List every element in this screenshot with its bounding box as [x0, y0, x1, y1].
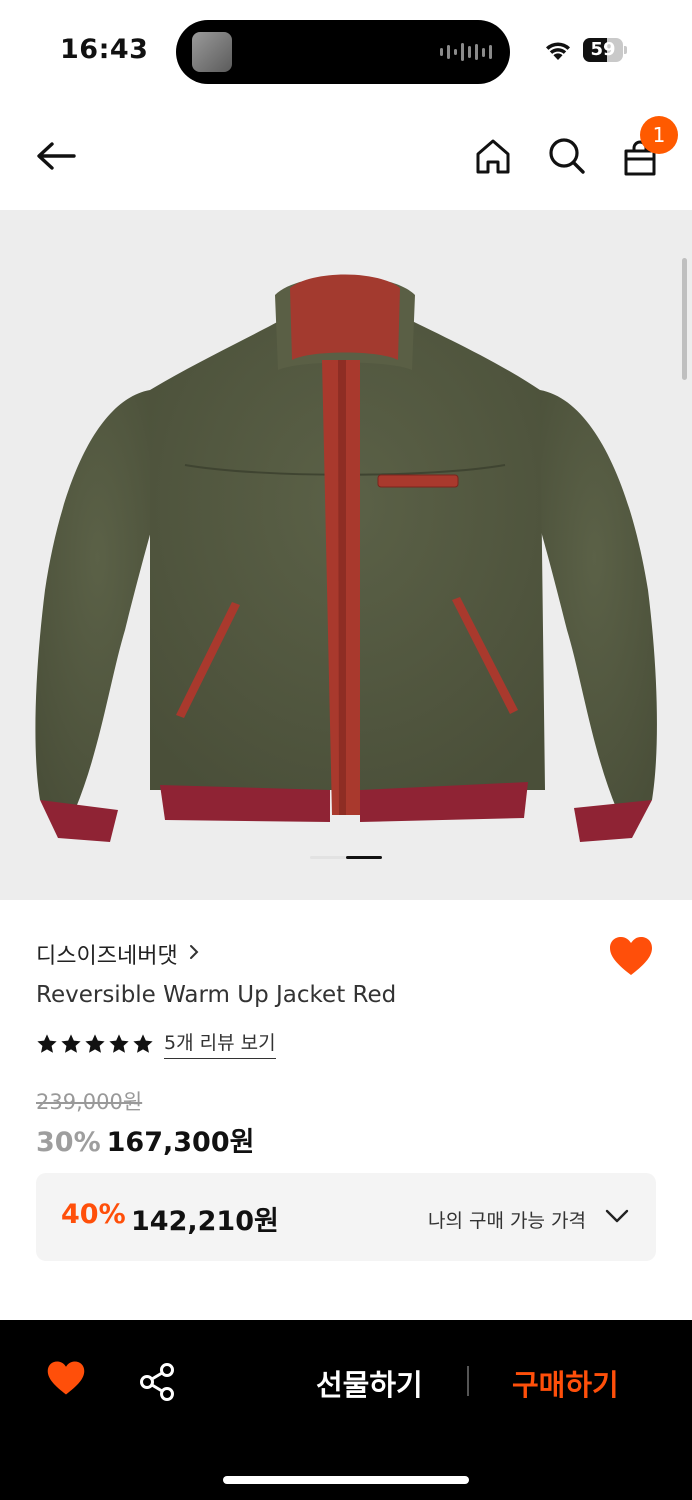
gallery-page-dot: [346, 856, 382, 859]
my-price-dropdown[interactable]: 40% 142,210원 나의 구매 가능 가격: [36, 1173, 656, 1261]
brand-name: 디스이즈네버댓: [36, 944, 178, 969]
home-button[interactable]: [467, 130, 519, 182]
star-icon: [37, 1033, 57, 1053]
search-icon: [549, 138, 585, 174]
star-icon: [85, 1033, 105, 1053]
brand-link[interactable]: 디스이즈네버댓: [36, 938, 200, 970]
wifi-icon: [546, 42, 570, 60]
bottom-like-button[interactable]: [46, 1360, 88, 1400]
dynamic-island[interactable]: [176, 20, 510, 84]
product-image-gallery[interactable]: [0, 210, 692, 900]
status-time: 16:43: [60, 34, 149, 65]
audio-waveform-icon: [440, 42, 492, 62]
heart-icon: [47, 1361, 85, 1395]
sale-price: 167,300원: [106, 1127, 255, 1158]
divider: [467, 1366, 469, 1396]
star-icon: [109, 1033, 129, 1053]
buy-button[interactable]: 구매하기: [512, 1362, 619, 1404]
now-playing-thumbnail: [192, 32, 232, 72]
my-price: 142,210원: [131, 1206, 279, 1237]
gallery-scrollbar[interactable]: [682, 258, 687, 380]
price-row: 30% 167,300원: [36, 1120, 254, 1159]
like-button[interactable]: [608, 936, 656, 980]
bottom-action-bar: 선물하기 구매하기: [0, 1320, 692, 1500]
star-rating: [36, 1033, 154, 1055]
home-icon: [476, 139, 510, 174]
home-indicator[interactable]: [223, 1476, 469, 1484]
review-link[interactable]: 5개 리뷰 보기: [164, 1028, 276, 1059]
back-button[interactable]: [30, 130, 82, 182]
heart-icon: [610, 937, 652, 975]
gift-button[interactable]: 선물하기: [316, 1362, 423, 1404]
search-button[interactable]: [541, 130, 593, 182]
star-icon: [133, 1033, 153, 1053]
discount-rate: 30%: [36, 1127, 101, 1158]
original-price: 239,000원: [36, 1090, 143, 1114]
battery-icon: 59: [583, 38, 627, 62]
share-icon: [140, 1363, 174, 1401]
my-discount-rate: 40%: [61, 1199, 126, 1230]
status-bar: 16:43 59: [0, 0, 692, 100]
product-image: [35, 274, 657, 842]
chevron-right-icon: [188, 944, 200, 964]
gallery-page-dot: [310, 856, 346, 859]
battery-percent: 59: [590, 39, 616, 60]
star-icon: [61, 1033, 81, 1053]
rating-row: 5개 리뷰 보기: [36, 1028, 276, 1059]
top-nav-bar: [0, 100, 692, 210]
gallery-page-indicator: [310, 856, 382, 860]
my-price-label: 나의 구매 가능 가격: [428, 1210, 586, 1232]
share-button[interactable]: [138, 1362, 178, 1406]
chevron-down-icon: [605, 1209, 629, 1223]
arrow-left-icon: [37, 142, 76, 170]
cart-count-badge: 1: [640, 116, 678, 154]
product-title: Reversible Warm Up Jacket Red: [36, 982, 397, 1008]
